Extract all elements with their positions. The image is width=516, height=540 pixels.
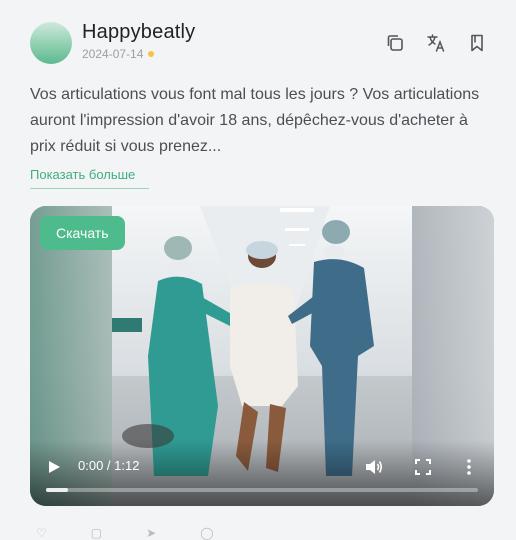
post-card: Happybeatly 2024-07-14 Vos articulations… [0,0,516,540]
like-icon[interactable]: ♡ [36,526,47,540]
post-footer: ♡ ▢ ➤ ◯ [36,526,496,540]
play-icon[interactable] [46,459,62,475]
share-icon[interactable]: ➤ [146,526,156,540]
comment-icon[interactable]: ▢ [91,526,102,540]
video-player[interactable]: Скачать 0:00 / 1:12 [30,206,494,506]
video-time: 0:00 / 1:12 [78,458,140,473]
status-dot [148,50,155,57]
post-date-text: 2024-07-14 [82,47,144,61]
views-icon: ◯ [200,526,214,540]
more-options-icon[interactable] [462,458,476,476]
avatar[interactable] [30,22,72,64]
video-controls: 0:00 / 1:12 [30,440,494,506]
translate-icon[interactable] [425,32,447,54]
bookmark-icon[interactable] [466,32,488,54]
video-progress-bar[interactable] [46,488,478,492]
download-button[interactable]: Скачать [40,216,125,250]
author-name[interactable]: Happybeatly [82,21,195,44]
post-text: Vos articulations vous font mal tous les… [30,86,480,155]
volume-icon[interactable] [364,457,384,477]
post-date: 2024-07-14 [82,47,155,61]
show-more-link[interactable]: Показать больше [30,167,149,189]
copy-icon[interactable] [384,32,406,54]
video-progress-fill [46,488,68,492]
fullscreen-icon[interactable] [414,458,432,476]
